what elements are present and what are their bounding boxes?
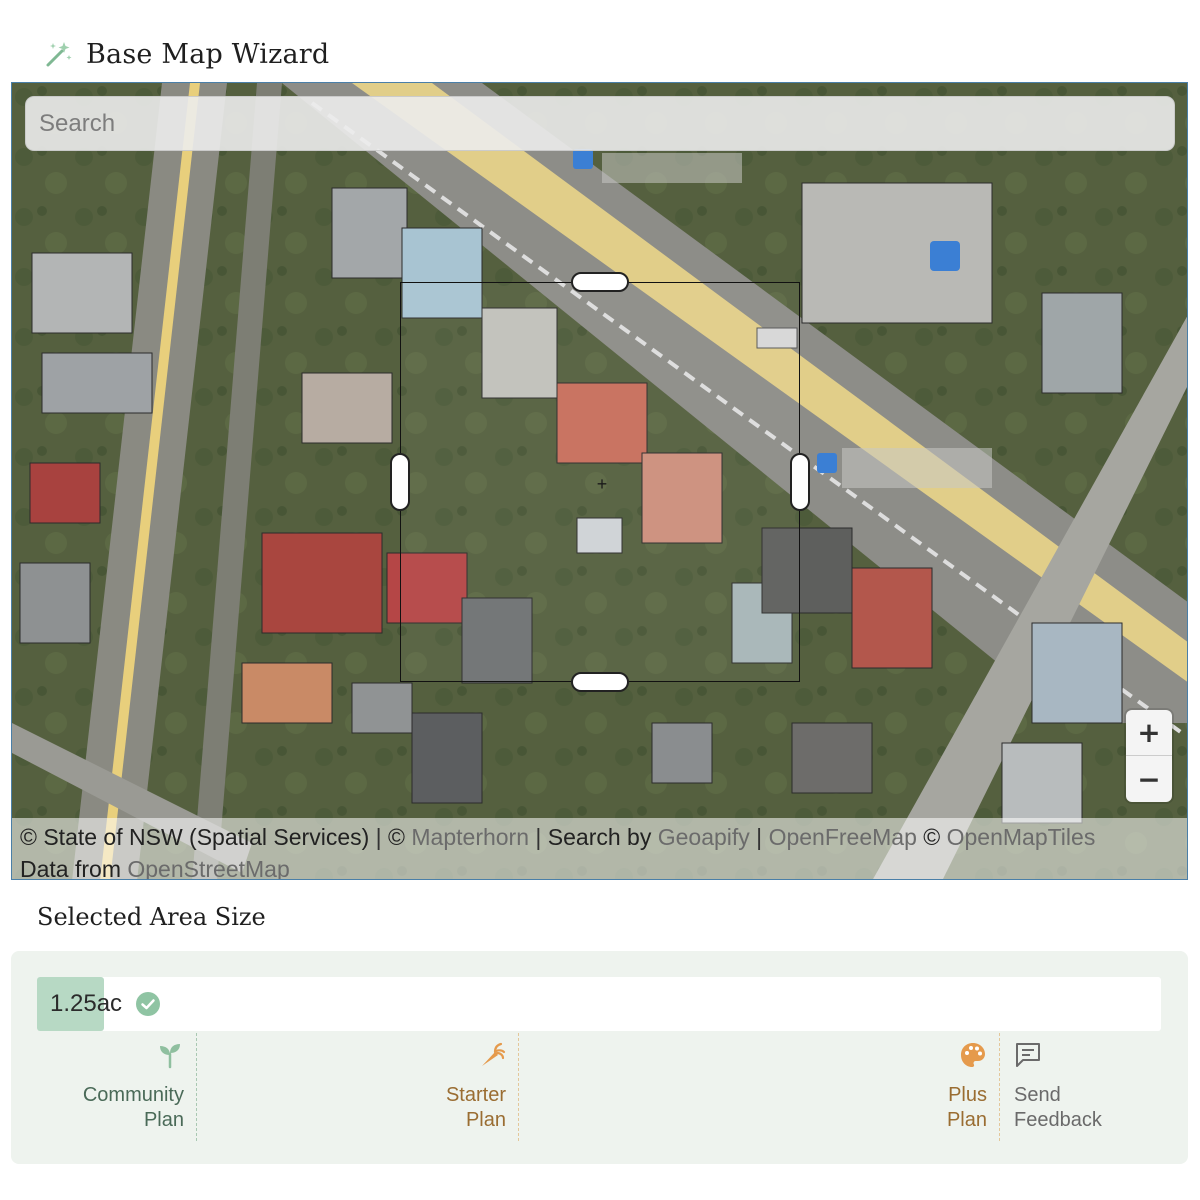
sprout-icon [160, 1044, 180, 1069]
zoom-in-button[interactable]: + [1126, 710, 1172, 756]
area-size-panel: 1.25ac Community Plan Starter Plan Plus Pla… [11, 951, 1188, 1164]
page-header: Base Map Wizard [44, 34, 329, 74]
carrot-icon [482, 1042, 506, 1066]
resize-handle-left[interactable] [390, 453, 410, 511]
send-feedback-button[interactable]: Send Feedback [1014, 1033, 1154, 1141]
resize-handle-top[interactable] [571, 272, 629, 292]
palette-icon [961, 1043, 985, 1067]
attribution-geoapify-link[interactable]: Geoapify [658, 824, 750, 850]
tier-plus-plan[interactable]: Plus Plan [519, 1033, 1000, 1141]
tier-starter-plan[interactable]: Starter Plan [197, 1033, 519, 1141]
tier-community-plan[interactable]: Community Plan [37, 1033, 197, 1141]
map-attribution: © State of NSW (Spatial Services) | © Ma… [12, 818, 1187, 879]
page-title: Base Map Wizard [86, 38, 330, 70]
attribution-openfreemap-link[interactable]: OpenFreeMap [769, 824, 917, 850]
attribution-openmaptiles-link[interactable]: OpenMapTiles [947, 824, 1096, 850]
attribution-nsw: © State of NSW (Spatial Services) [20, 824, 370, 850]
attribution-openstreetmap-link[interactable]: OpenStreetMap [127, 856, 289, 879]
area-size-heading: Selected Area Size [37, 903, 266, 931]
resize-handle-bottom[interactable] [571, 672, 629, 692]
zoom-out-button[interactable]: − [1126, 756, 1172, 802]
map-view[interactable]: + + − © State of NSW (Spatial Services) … [11, 82, 1188, 880]
check-circle-icon [136, 992, 160, 1016]
area-size-value: 1.25ac [50, 990, 123, 1017]
magic-wand-icon [46, 42, 72, 67]
zoom-control: + − [1126, 710, 1172, 802]
attribution-mapterhorn-link[interactable]: Mapterhorn [411, 824, 529, 850]
area-size-track: 1.25ac [37, 977, 1161, 1031]
resize-handle-right[interactable] [790, 453, 810, 511]
message-icon [1016, 1043, 1040, 1067]
search-input[interactable] [25, 96, 1175, 151]
crosshair-icon: + [596, 474, 608, 494]
